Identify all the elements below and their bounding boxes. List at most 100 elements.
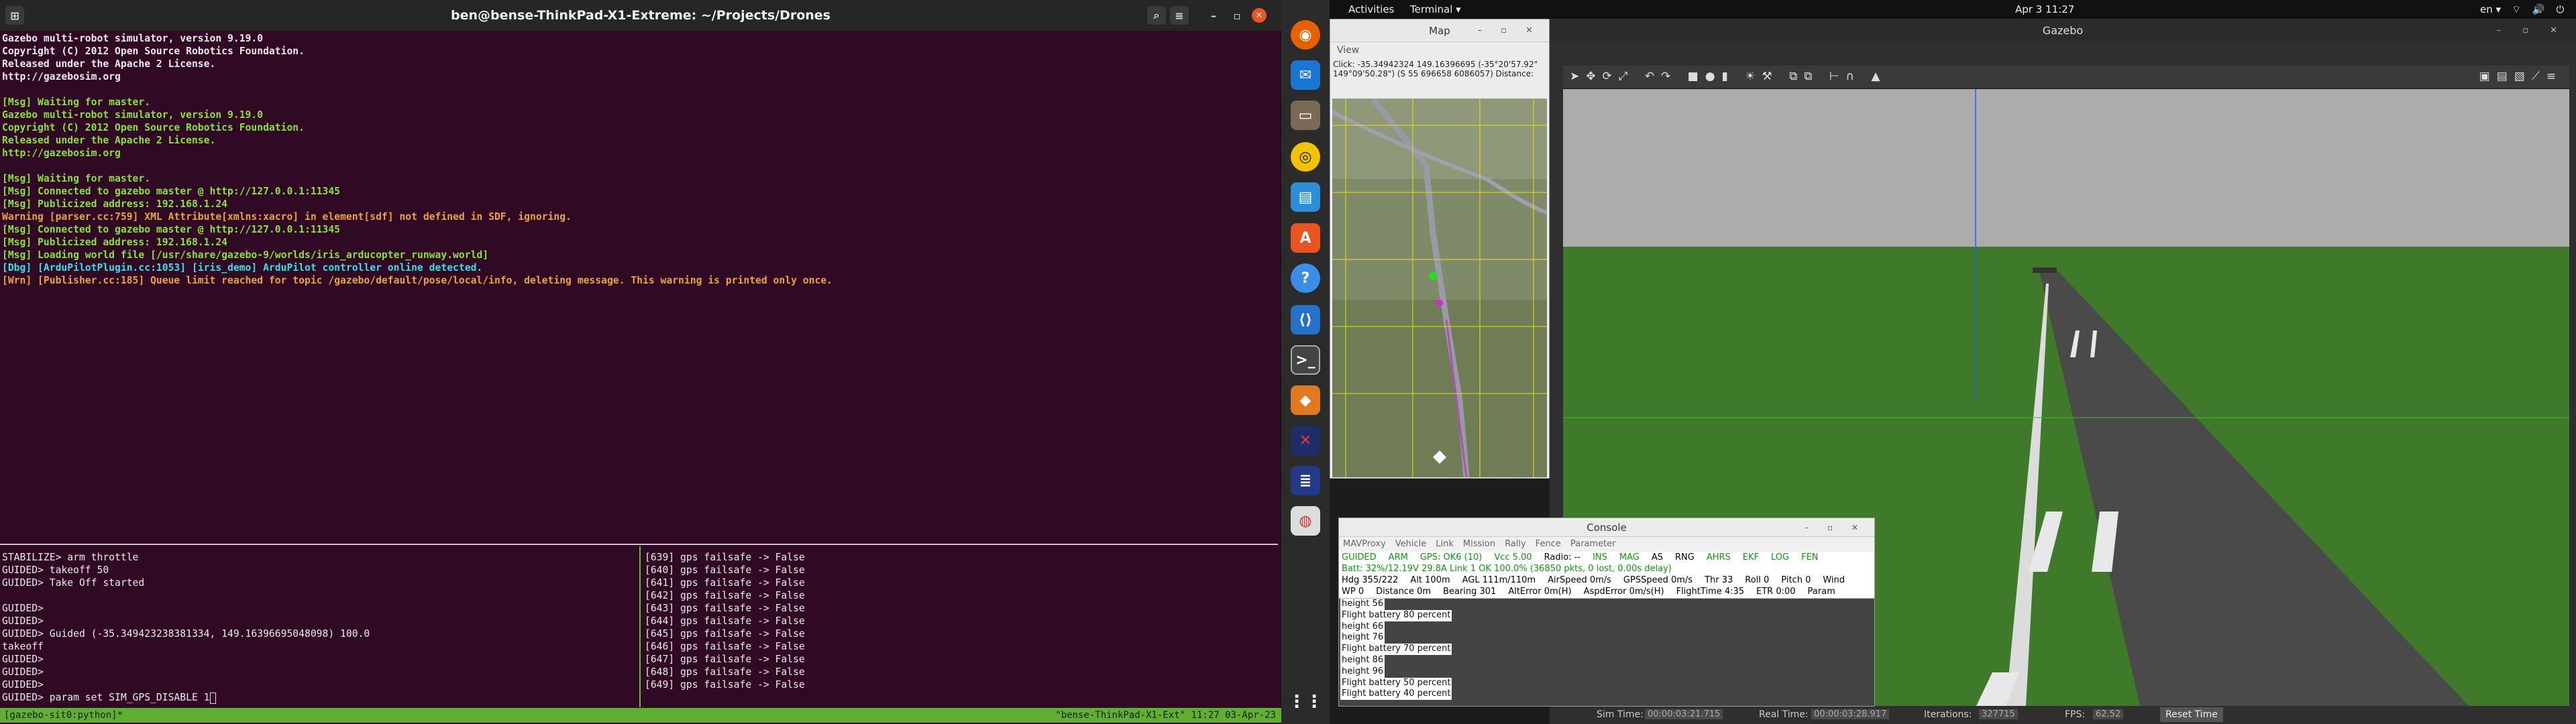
fps-value: 62.52 [2093, 709, 2124, 719]
gazebo-icon[interactable]: ◆ [1291, 385, 1320, 415]
window-controls-icon[interactable]: – ▫ ✕ [2497, 25, 2567, 36]
writer-icon[interactable]: ▤ [1291, 182, 1320, 212]
console-menu-item[interactable]: Vehicle [1395, 539, 1427, 549]
map-menu-view[interactable]: View [1330, 42, 1549, 60]
status-item: Param [1807, 587, 1835, 597]
status-item: FlightTime 4:35 [1676, 587, 1745, 597]
log-text: height 96 [1340, 666, 1385, 678]
app-grid-icon[interactable]: ⋮⋮ [1288, 687, 1323, 717]
console-menu-item[interactable]: Parameter [1570, 539, 1616, 549]
xlaunch-icon[interactable]: ✕ [1291, 426, 1320, 455]
gazebo-titlebar: Gazebo – ▫ ✕ [1550, 19, 2576, 42]
mavproxy-console[interactable]: Console – ▫ ✕ MAVProxy Vehicle Link Mission… [1338, 518, 1875, 707]
firefox-icon[interactable]: ◉ [1291, 20, 1320, 50]
terminal-line: Copyright (C) 2012 Open Source Robotics … [2, 46, 305, 57]
files-icon[interactable]: ▭ [1291, 101, 1320, 130]
failsafe-line: [640] gps failsafe -> False [645, 564, 805, 576]
failsafe-line: [646] gps failsafe -> False [645, 641, 805, 652]
window-controls-icon[interactable]: – ▫ ✕ [1805, 523, 1866, 532]
rhythmbox-icon[interactable]: ◎ [1291, 142, 1320, 172]
mavproxy-pane[interactable]: STABILIZE> arm throttle GUIDED> takeoff 5… [0, 550, 637, 707]
terminal-line: Gazebo multi-robot simulator, version 9.… [2, 33, 264, 44]
pane-divider [0, 544, 1278, 545]
terminal-line: [Msg] Publicized address: 192.168.1.24 [2, 237, 228, 248]
real-time-label: Real Time: [1759, 709, 1809, 720]
system-tray-icon[interactable]: ⌔ 🔊 ⏻ [2512, 3, 2568, 16]
real-time-value: 00:00:03:28.917 [1811, 709, 1890, 719]
app-menu[interactable]: Terminal ▾ [1410, 3, 1461, 15]
failsafe-line: [645] gps failsafe -> False [645, 628, 805, 640]
map-coordinates: Click: -35.34942324 149.16396695 (-35°20… [1333, 60, 1538, 78]
help-icon[interactable]: ? [1291, 263, 1320, 293]
status-item: Thr 33 [1705, 575, 1733, 585]
failsafe-line: [649] gps failsafe -> False [645, 679, 805, 690]
status-item: AltError 0m(H) [1508, 587, 1572, 597]
console-menu-item[interactable]: Mission [1463, 539, 1495, 549]
log-line: height 76 [1339, 632, 1874, 644]
status-left: [gazebo-sit0:python]* [4, 710, 123, 721]
maximize-icon[interactable]: ▫ [1228, 6, 1246, 25]
new-tab-icon[interactable]: ⊞ [5, 6, 24, 25]
log-text: Flight battery 70 percent [1340, 644, 1452, 655]
terminal-line: [Wrn] [Publisher.cc:185] Queue limit rea… [2, 275, 833, 286]
reset-time-button[interactable]: Reset Time [2160, 707, 2223, 722]
menu-icon[interactable]: ≡ [1170, 6, 1189, 25]
failsafe-line: [644] gps failsafe -> False [645, 615, 805, 627]
toolbar-right-icons[interactable]: ▣▤▧⟋≡ [2479, 70, 2563, 83]
sim-time-value: 00:00:03:21.715 [1645, 709, 1723, 719]
terminal-line: Gazebo multi-robot simulator, version 9.… [2, 109, 264, 121]
console-status-panel: GUIDED ARM GPS: OK6 (10) Vcc 5.00 Radio: -- I… [1339, 552, 1874, 599]
terminal-line: [Msg] Publicized address: 192.168.1.24 [2, 198, 228, 210]
console-menu-item[interactable]: Rally [1505, 539, 1526, 549]
terminal-icon[interactable]: >_ [1291, 345, 1320, 375]
status-item: AS [1651, 552, 1663, 562]
terminal-line: Warning [parser.cc:759] XML Attribute[xm… [2, 211, 572, 223]
console-title: Console [1587, 521, 1627, 534]
thunderbird-icon[interactable]: ✉ [1291, 60, 1320, 90]
status-item: Hdg 355/222 [1342, 575, 1399, 585]
sitl-icon[interactable]: ≣ [1291, 466, 1320, 495]
satellite-map[interactable] [1332, 99, 1547, 477]
status-item: ETR 0:00 [1756, 587, 1796, 597]
toolbar-tools-icon[interactable]: ➤✥⟳⤢ ↶↷ ■●▮ ☀⚒ ⧉⧉ ⊢∩ ▲ [1570, 70, 1887, 83]
failsafe-line: [647] gps failsafe -> False [645, 654, 805, 665]
status-item: INS [1593, 552, 1607, 562]
activities-button[interactable]: Activities [1348, 3, 1394, 15]
dock: ◉ ✉ ▭ ◎ ▤ A ? ⟨⟩ >_ ◆ ✕ ≣ ◍ ⋮⋮ [1281, 0, 1330, 724]
status-row-1: GUIDED ARM GPS: OK6 (10) Vcc 5.00 Radio: -- I… [1342, 552, 1872, 563]
failsafe-log-pane: [639] gps failsafe -> False [640] gps fai… [643, 550, 1279, 707]
software-icon[interactable]: A [1291, 223, 1320, 253]
vscode-icon[interactable]: ⟨⟩ [1291, 305, 1320, 335]
minimize-icon[interactable]: – [1204, 6, 1223, 25]
status-item: EKF [1742, 552, 1760, 562]
status-right: "bense-ThinkPad-X1-Ext" 11:27 03-Apr-23 [1055, 710, 1276, 721]
console-log: height 56 Flight battery 80 percent height… [1339, 599, 1874, 706]
window-controls-icon[interactable]: – ▫ ✕ [1478, 25, 1541, 36]
iterations-label: Iterations: [1924, 709, 1972, 720]
mavproxy-prompt[interactable]: GUIDED> param set SIM_GPS_DISABLE 1 [2, 691, 635, 704]
input-language[interactable]: en ▾ [2480, 3, 2501, 15]
map-window[interactable]: Map – ▫ ✕ View Click: -35.34942324 149.1… [1330, 19, 1550, 479]
log-text: height 86 [1340, 654, 1385, 666]
status-item: AGL 111m/110m [1462, 575, 1536, 585]
terminal-window[interactable]: ⊞ ben@bense-ThinkPad-X1-Extreme: ~/Proje… [0, 0, 1281, 724]
close-icon[interactable]: ✕ [1252, 8, 1267, 23]
status-row-3: Hdg 355/222 Alt 100m AGL 111m/110m AirSpeed… [1342, 575, 1872, 586]
status-item: Radio: -- [1544, 552, 1581, 562]
terminal-line: [Msg] Connected to gazebo master @ http:… [2, 186, 341, 197]
mavproxy-line: GUIDED> [2, 679, 44, 690]
terminal-line: [Msg] Loading world file [/usr/share/gaz… [2, 249, 489, 261]
app-icon[interactable]: ◍ [1291, 506, 1320, 536]
mavproxy-line: GUIDED> [2, 603, 44, 614]
log-line: height 86 [1339, 654, 1874, 666]
search-icon[interactable]: ⌕ [1147, 6, 1166, 25]
console-menu-item[interactable]: Link [1436, 539, 1454, 549]
terminal-line: [Dbg] [ArduPilotPlugin.cc:1053] [iris_de… [2, 262, 483, 274]
terminal-line: http://gazebosim.org [2, 147, 121, 159]
clock[interactable]: Apr 3 11:27 [2015, 3, 2074, 15]
console-menu-item[interactable]: MAVProxy [1343, 539, 1386, 549]
log-line: height 66 [1339, 621, 1874, 633]
status-item: AspdError 0m/s(H) [1583, 587, 1664, 597]
console-menu-item[interactable]: Fence [1536, 539, 1561, 549]
